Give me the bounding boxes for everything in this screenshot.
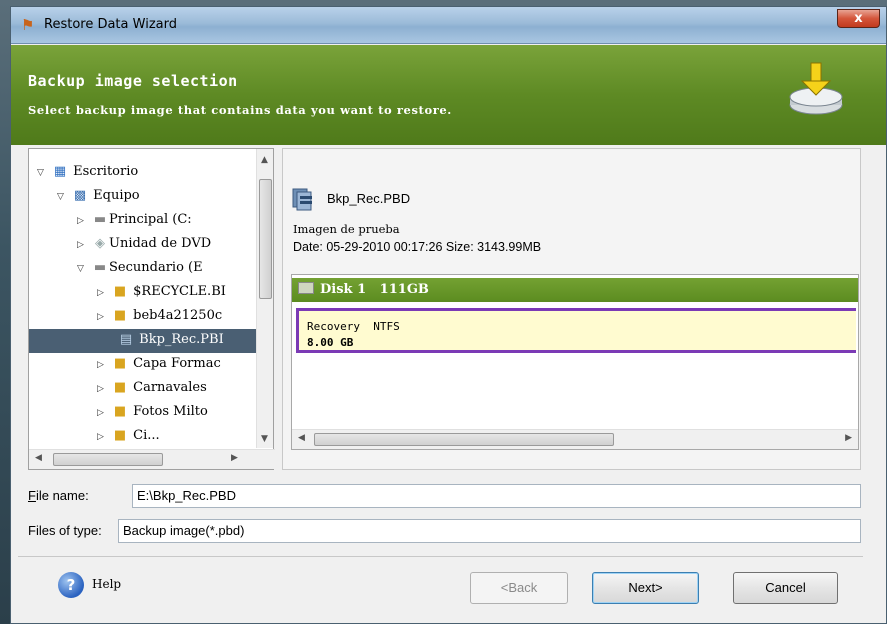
tree-item-label: Bkp_Rec.PBI: [139, 332, 224, 347]
tree-item-escritorio[interactable]: ▽ ▦ Escritorio: [37, 161, 138, 185]
tree-vertical-scrollbar[interactable]: ▲ ▼: [256, 149, 273, 448]
folder-icon: ■: [113, 356, 127, 371]
footer-divider: [18, 556, 863, 557]
collapsed-arrow-icon[interactable]: ▷: [97, 282, 111, 304]
app-icon: ⚑: [21, 16, 35, 34]
tree-item-label: Principal (C:: [109, 212, 192, 227]
partition-size: 8.00 GB: [307, 336, 354, 349]
expanded-arrow-icon[interactable]: ▽: [57, 186, 71, 208]
file-type-row: Files of type: Backup image(*.pbd): [28, 519, 861, 543]
tree-item-label: Secundario (E: [109, 260, 203, 275]
tree-item-dvd[interactable]: ▷ ◈ Unidad de DVD: [77, 233, 211, 257]
image-detail-panel: Bkp_Rec.PBD Imagen de prueba Date: 05-29…: [282, 148, 861, 470]
expanded-arrow-icon[interactable]: ▽: [77, 258, 91, 280]
tree-item-label: Capa Formac: [133, 356, 221, 371]
backup-image-icon: [292, 188, 312, 211]
title-bar[interactable]: ⚑ Restore Data Wizard x: [11, 7, 886, 44]
scroll-thumb[interactable]: [53, 453, 163, 466]
tree-item-bkp-rec[interactable]: ▤ Bkp_Rec.PBI: [29, 329, 257, 353]
close-button[interactable]: x: [837, 9, 880, 28]
expanded-arrow-icon[interactable]: ▽: [37, 162, 51, 184]
scroll-right-icon[interactable]: ▶: [845, 433, 852, 443]
folder-icon: ■: [113, 284, 127, 299]
partition-block[interactable]: Recovery NTFS 8.00 GB: [296, 308, 856, 353]
folder-icon: ■: [113, 428, 127, 443]
collapsed-arrow-icon[interactable]: ▷: [97, 426, 111, 447]
desktop-icon: ▦: [53, 164, 67, 179]
back-button[interactable]: <Back: [470, 572, 568, 604]
file-name-label-text: ile name:: [35, 488, 89, 503]
image-name: Bkp_Rec.PBD: [327, 191, 411, 206]
folder-icon: ■: [113, 404, 127, 419]
tree-item-recycle[interactable]: ▷ ■ $RECYCLE.BI: [97, 281, 226, 305]
folder-icon: ■: [113, 308, 127, 323]
disk-layout-view: Disk 1 111GB Recovery NTFS 8.00 GB ◀ ▶: [291, 274, 859, 450]
restore-drive-icon: [789, 62, 843, 115]
help-label: Help: [92, 577, 122, 591]
scroll-up-icon[interactable]: ▲: [261, 155, 268, 165]
tree-item-beb4a[interactable]: ▷ ■ beb4a21250c: [97, 305, 222, 329]
tree-horizontal-scrollbar[interactable]: ◀ ▶: [29, 449, 275, 469]
tree-item-label: Equipo: [93, 188, 140, 203]
collapsed-arrow-icon[interactable]: ▷: [97, 378, 111, 400]
banner-title: Backup image selection: [28, 72, 238, 90]
drive-icon: ▬: [93, 260, 107, 275]
backup-file-icon: ▤: [119, 332, 133, 347]
file-name-row: File name: E:\Bkp_Rec.PBD: [28, 484, 861, 508]
banner-subtitle: Select backup image that contains data y…: [28, 103, 452, 117]
disk-icon: [298, 282, 314, 294]
tree-item-carnavales[interactable]: ▷ ■ Carnavales: [97, 377, 207, 401]
folder-tree-panel: ▽ ▦ Escritorio ▽ ▩ Equipo ▷ ▬ Principal (C: …: [28, 148, 275, 470]
image-metadata: Date: 05-29-2010 00:17:26 Size: 3143.99M…: [293, 240, 542, 254]
tree-item-equipo[interactable]: ▽ ▩ Equipo: [57, 185, 140, 209]
header-banner: Backup image selection Select backup ima…: [11, 45, 886, 145]
collapsed-arrow-icon[interactable]: ▷: [97, 306, 111, 328]
dvd-drive-icon: ◈: [95, 236, 105, 251]
tree-item-label: Ci...: [133, 428, 160, 443]
disk-label: Disk 1 111GB: [320, 282, 429, 297]
tree-item-label: Fotos Milto: [133, 404, 208, 419]
image-description: Imagen de prueba: [293, 222, 400, 236]
help-icon: ?: [58, 572, 84, 598]
disk-horizontal-scrollbar[interactable]: ◀ ▶: [292, 429, 858, 449]
tree-item-label: beb4a21250c: [133, 308, 223, 323]
tree-item-partial[interactable]: ▷ ■ Ci...: [97, 425, 160, 447]
file-name-input[interactable]: E:\Bkp_Rec.PBD: [132, 484, 861, 508]
scroll-down-icon[interactable]: ▼: [261, 434, 268, 444]
collapsed-arrow-icon[interactable]: ▷: [97, 354, 111, 376]
file-type-label: Files of type:: [28, 523, 102, 538]
file-name-label: File name:: [28, 488, 89, 503]
drive-icon: ▬: [93, 212, 107, 227]
folder-icon: ■: [113, 380, 127, 395]
partition-name: Recovery NTFS: [307, 320, 400, 333]
main-content: ▽ ▦ Escritorio ▽ ▩ Equipo ▷ ▬ Principal (C: …: [28, 148, 861, 470]
tree-item-secundario[interactable]: ▽ ▬ Secundario (E: [77, 257, 203, 281]
file-type-select[interactable]: Backup image(*.pbd): [118, 519, 861, 543]
tree-item-principal[interactable]: ▷ ▬ Principal (C:: [77, 209, 192, 233]
next-button[interactable]: Next>: [592, 572, 699, 604]
scroll-left-icon[interactable]: ◀: [298, 433, 305, 443]
scroll-left-icon[interactable]: ◀: [35, 453, 42, 463]
computer-icon: ▩: [73, 188, 87, 203]
tree-item-label: Unidad de DVD: [109, 236, 212, 251]
tree-item-capa[interactable]: ▷ ■ Capa Formac: [97, 353, 221, 377]
tree-item-label: Escritorio: [73, 164, 139, 179]
cancel-button[interactable]: Cancel: [733, 572, 838, 604]
disk-header: Disk 1 111GB: [292, 278, 858, 302]
collapsed-arrow-icon[interactable]: ▷: [77, 234, 91, 256]
scroll-right-icon[interactable]: ▶: [231, 453, 238, 463]
collapsed-arrow-icon[interactable]: ▷: [77, 210, 91, 232]
collapsed-arrow-icon[interactable]: ▷: [97, 402, 111, 424]
tree-item-label: Carnavales: [133, 380, 207, 395]
tree-item-label: $RECYCLE.BI: [133, 284, 226, 299]
window-title: Restore Data Wizard: [44, 17, 177, 32]
folder-tree: ▽ ▦ Escritorio ▽ ▩ Equipo ▷ ▬ Principal (C: …: [29, 161, 257, 447]
scroll-thumb[interactable]: [259, 179, 272, 299]
scroll-thumb[interactable]: [314, 433, 614, 446]
tree-item-fotos[interactable]: ▷ ■ Fotos Milto: [97, 401, 208, 425]
